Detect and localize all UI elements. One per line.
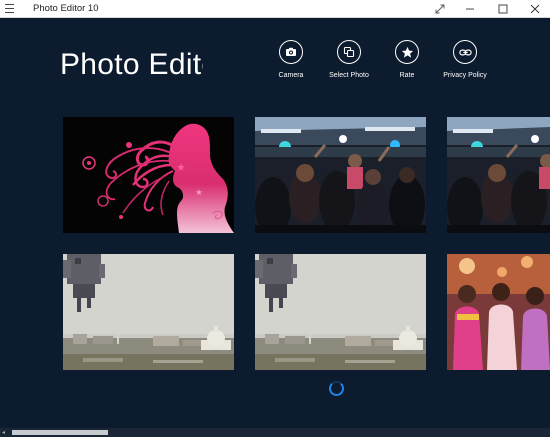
expand-icon	[435, 4, 445, 14]
city-spaceship-photo	[63, 254, 234, 370]
minimize-button[interactable]	[455, 0, 485, 18]
loading-spinner	[329, 381, 344, 396]
photo-thumbnail[interactable]	[447, 117, 550, 233]
select-photo-icon	[337, 40, 361, 64]
camera-icon	[279, 40, 303, 64]
photo-thumbnail[interactable]	[447, 254, 550, 370]
group-photo	[447, 254, 550, 370]
full-screen-button[interactable]	[425, 0, 455, 18]
select-photo-label: Select Photo	[329, 72, 369, 79]
window-title: Photo Editor 10	[33, 3, 99, 14]
star-icon	[395, 40, 419, 64]
link-icon	[453, 40, 477, 64]
rate-label: Rate	[399, 72, 415, 79]
silhouette-photo	[63, 117, 234, 233]
photo-thumbnail[interactable]	[255, 117, 426, 233]
hamburger-menu-icon[interactable]	[5, 4, 14, 13]
title-bar: Photo Editor 10	[0, 0, 550, 18]
close-icon	[530, 4, 540, 14]
app-header: Photo Editor Camera Select Photo	[0, 18, 550, 103]
photo-thumbnail[interactable]	[255, 254, 426, 370]
camera-label: Camera	[278, 72, 304, 79]
photo-grid	[0, 103, 550, 403]
scrollbar-thumb[interactable]	[12, 430, 108, 435]
party-photo	[447, 117, 550, 233]
photo-thumbnail[interactable]	[63, 254, 234, 370]
photo-thumbnail[interactable]	[63, 117, 234, 233]
city-spaceship-photo	[255, 254, 426, 370]
action-bar: Camera Select Photo Rate Privacy Policy	[0, 40, 550, 100]
horizontal-scrollbar[interactable]: ◂	[0, 428, 550, 437]
privacy-policy-label: Privacy Policy	[443, 72, 487, 79]
privacy-policy-button[interactable]: Privacy Policy	[425, 40, 505, 98]
scroll-left-arrow-icon[interactable]: ◂	[2, 429, 5, 436]
close-button[interactable]	[520, 0, 550, 18]
minimize-icon	[466, 8, 474, 10]
maximize-icon	[498, 4, 508, 14]
party-photo	[255, 117, 426, 233]
maximize-button[interactable]	[488, 0, 518, 18]
